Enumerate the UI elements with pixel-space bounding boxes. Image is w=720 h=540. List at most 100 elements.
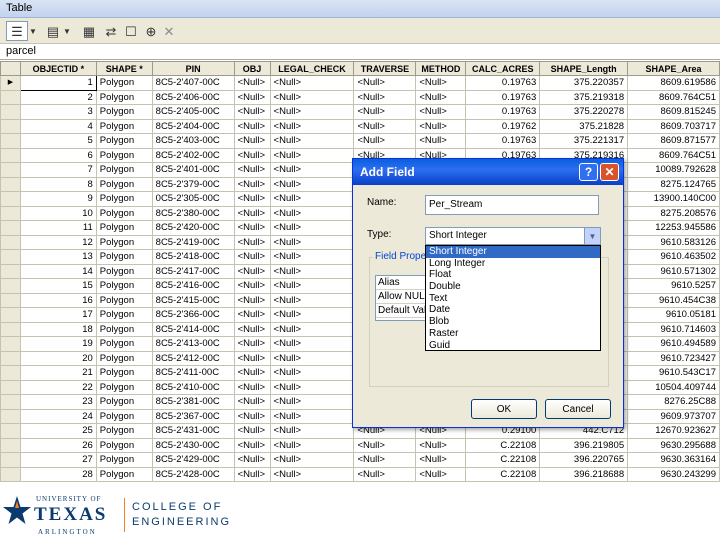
- table-cell[interactable]: 9610.05181: [627, 307, 720, 323]
- table-cell[interactable]: <Null>: [269, 133, 355, 149]
- table-cell[interactable]: 18: [19, 321, 97, 337]
- table-cell[interactable]: 9: [19, 191, 97, 207]
- table-cell[interactable]: 8C5-2'381-00C: [151, 394, 235, 410]
- table-cell[interactable]: <Null>: [269, 452, 355, 468]
- table-cell[interactable]: C.22108: [465, 466, 541, 482]
- table-cell[interactable]: 21: [19, 365, 97, 381]
- table-cell[interactable]: 1: [19, 75, 97, 91]
- table-cell[interactable]: 8C5-2'410-00C: [151, 379, 235, 395]
- table-cell[interactable]: 13: [19, 249, 97, 265]
- row-selector[interactable]: [0, 205, 21, 221]
- table-cell[interactable]: 3: [19, 104, 97, 120]
- table-row[interactable]: ▶ 1 Polygon 8C5-2'407-00C <Null> <Null> <Null>…: [0, 75, 720, 91]
- table-cell[interactable]: 7: [19, 162, 97, 178]
- table-cell[interactable]: 9610.723427: [627, 350, 720, 366]
- table-cell[interactable]: 9610.571302: [627, 263, 720, 279]
- table-cell[interactable]: <Null>: [353, 133, 417, 149]
- table-cell[interactable]: <Null>: [415, 437, 467, 453]
- table-cell[interactable]: 375.221317: [539, 133, 629, 149]
- table-cell[interactable]: <Null>: [269, 379, 355, 395]
- table-cell[interactable]: <Null>: [233, 263, 271, 279]
- table-cell[interactable]: Polygon: [95, 205, 153, 221]
- help-button[interactable]: ?: [579, 163, 598, 181]
- table-row[interactable]: 5 Polygon 8C5-2'403-00C <Null> <Null> <Null> <…: [0, 133, 720, 149]
- table-cell[interactable]: Polygon: [95, 292, 153, 308]
- table-cell[interactable]: 10: [19, 205, 97, 221]
- table-row[interactable]: 3 Polygon 8C5-2'405-00C <Null> <Null> <Null> <…: [0, 104, 720, 120]
- table-cell[interactable]: <Null>: [353, 75, 417, 91]
- table-row[interactable]: 28 Polygon 8C5-2'428-00C <Null> <Null> <Null>…: [0, 466, 720, 482]
- table-options-dropdown[interactable]: ▼: [28, 21, 38, 41]
- table-cell[interactable]: 10504.409744: [627, 379, 720, 395]
- table-cell[interactable]: 9610.454C38: [627, 292, 720, 308]
- table-cell[interactable]: 0C5-2'305-00C: [151, 191, 235, 207]
- table-cell[interactable]: 375.219318: [539, 89, 629, 105]
- table-cell[interactable]: <Null>: [353, 104, 417, 120]
- table-cell[interactable]: 19: [19, 336, 97, 352]
- table-cell[interactable]: <Null>: [269, 350, 355, 366]
- field-type-option[interactable]: Guid: [426, 340, 600, 351]
- table-cell[interactable]: Polygon: [95, 307, 153, 323]
- row-selector[interactable]: [0, 278, 21, 294]
- column-header[interactable]: TRAVERSE: [353, 61, 417, 76]
- row-selector[interactable]: [0, 118, 21, 134]
- table-cell[interactable]: Polygon: [95, 452, 153, 468]
- table-cell[interactable]: 0.19763: [465, 75, 541, 91]
- table-cell[interactable]: <Null>: [233, 394, 271, 410]
- table-cell[interactable]: 396.219805: [539, 437, 629, 453]
- table-cell[interactable]: C.22108: [465, 437, 541, 453]
- table-cell[interactable]: Polygon: [95, 191, 153, 207]
- table-cell[interactable]: <Null>: [415, 118, 467, 134]
- table-cell[interactable]: <Null>: [269, 191, 355, 207]
- table-cell[interactable]: 17: [19, 307, 97, 323]
- table-cell[interactable]: <Null>: [269, 147, 355, 163]
- table-cell[interactable]: <Null>: [269, 249, 355, 265]
- field-type-select[interactable]: Short Integer ▼: [425, 227, 601, 245]
- table-cell[interactable]: 0.19763: [465, 133, 541, 149]
- table-cell[interactable]: <Null>: [415, 89, 467, 105]
- table-cell[interactable]: <Null>: [233, 336, 271, 352]
- column-header[interactable]: SHAPE_Length: [539, 61, 629, 76]
- table-cell[interactable]: 8276.25C88: [627, 394, 720, 410]
- table-cell[interactable]: <Null>: [269, 466, 355, 482]
- table-cell[interactable]: Polygon: [95, 133, 153, 149]
- table-cell[interactable]: <Null>: [353, 118, 417, 134]
- table-row[interactable]: 27 Polygon 8C5-2'429-00C <Null> <Null> <Null>…: [0, 452, 720, 468]
- table-cell[interactable]: 28: [19, 466, 97, 482]
- field-type-option[interactable]: Raster: [426, 328, 600, 340]
- table-cell[interactable]: 8C5-2'379-00C: [151, 176, 235, 192]
- table-row[interactable]: 4 Polygon 8C5-2'404-00C <Null> <Null> <Null> <…: [0, 118, 720, 134]
- table-cell[interactable]: <Null>: [269, 118, 355, 134]
- table-cell[interactable]: <Null>: [233, 278, 271, 294]
- table-cell[interactable]: <Null>: [233, 133, 271, 149]
- table-cell[interactable]: <Null>: [233, 437, 271, 453]
- table-cell[interactable]: 8C5-2'402-00C: [151, 147, 235, 163]
- table-cell[interactable]: <Null>: [233, 321, 271, 337]
- table-cell[interactable]: Polygon: [95, 336, 153, 352]
- table-cell[interactable]: 0.19763: [465, 89, 541, 105]
- table-cell[interactable]: Polygon: [95, 89, 153, 105]
- table-cell[interactable]: 8C5-2'404-00C: [151, 118, 235, 134]
- field-properties-grid[interactable]: AliasAllow NULL ValuesDefault Value: [375, 275, 427, 321]
- table-cell[interactable]: <Null>: [233, 466, 271, 482]
- table-cell[interactable]: Polygon: [95, 162, 153, 178]
- table-cell[interactable]: <Null>: [233, 365, 271, 381]
- table-cell[interactable]: 9610.543C17: [627, 365, 720, 381]
- table-cell[interactable]: 24: [19, 408, 97, 424]
- table-cell[interactable]: <Null>: [233, 191, 271, 207]
- table-cell[interactable]: <Null>: [269, 292, 355, 308]
- table-cell[interactable]: 9610.494589: [627, 336, 720, 352]
- table-cell[interactable]: <Null>: [269, 336, 355, 352]
- table-cell[interactable]: <Null>: [233, 307, 271, 323]
- table-cell[interactable]: <Null>: [233, 423, 271, 439]
- table-cell[interactable]: 8C5-2'403-00C: [151, 133, 235, 149]
- table-cell[interactable]: Polygon: [95, 394, 153, 410]
- table-cell[interactable]: <Null>: [269, 162, 355, 178]
- column-header[interactable]: CALC_ACRES: [465, 61, 541, 76]
- field-type-dropdown-list[interactable]: Short Integer Long Integer Float Double Text…: [425, 245, 601, 351]
- table-cell[interactable]: <Null>: [269, 176, 355, 192]
- table-cell[interactable]: 8C5-2'407-00C: [151, 75, 235, 91]
- table-cell[interactable]: 9630.243299: [627, 466, 720, 482]
- table-cell[interactable]: 25: [19, 423, 97, 439]
- column-header[interactable]: SHAPE_Area: [627, 61, 720, 76]
